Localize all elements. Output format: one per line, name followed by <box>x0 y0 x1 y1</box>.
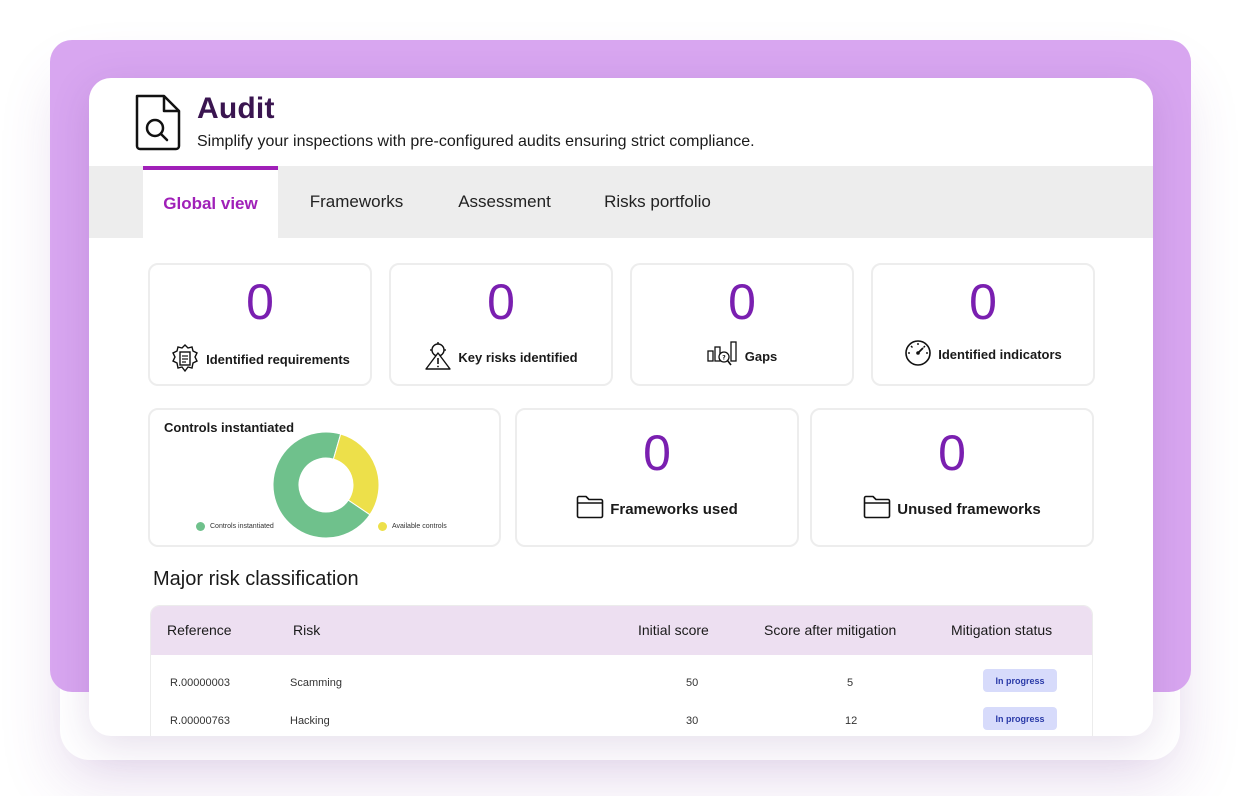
kpi-label-row: Unused frameworks <box>812 495 1092 523</box>
donut-chart <box>272 431 380 539</box>
kpi-label: Frameworks used <box>610 500 738 518</box>
kpi-label: Identified requirements <box>206 352 350 367</box>
column-header-mitigation-status[interactable]: Mitigation status <box>951 622 1052 638</box>
kpi-card-indicators: 0 Identified indicators <box>871 263 1095 386</box>
cell-reference: R.00000003 <box>170 677 230 689</box>
legend-swatch <box>378 522 387 531</box>
tab-global-view[interactable]: Global view <box>143 166 278 238</box>
column-header-risk[interactable]: Risk <box>293 622 320 638</box>
legend-item-controls-instantiated: Controls instantiated <box>196 522 274 531</box>
kpi-label: Unused frameworks <box>897 500 1041 518</box>
table-header: Reference Risk Initial score Score after… <box>151 606 1092 655</box>
kpi-label-row: Identified indicators <box>873 339 1093 370</box>
bar-search-icon: ? <box>707 341 739 372</box>
cell-risk: Scamming <box>290 677 342 689</box>
tab-assessment[interactable]: Assessment <box>441 166 568 238</box>
kpi-card-requirements: 0 Identified requirements <box>148 263 372 386</box>
kpi-value: 0 <box>643 425 671 481</box>
kpi-value: 0 <box>487 274 515 330</box>
risk-table: Reference Risk Initial score Score after… <box>150 605 1093 736</box>
kpi-card-key-risks: 0 Key risks identified <box>389 263 613 386</box>
folder-icon <box>576 495 604 523</box>
kpi-label: Gaps <box>744 349 778 364</box>
document-search-icon <box>134 93 182 151</box>
kpi-label-row: ? Gaps <box>632 341 852 372</box>
page-subtitle: Simplify your inspections with pre-confi… <box>197 133 755 150</box>
warning-gear-icon <box>424 341 452 374</box>
folder-icon <box>863 495 891 523</box>
kpi-label-row: Frameworks used <box>517 495 797 523</box>
kpi-value: 0 <box>728 274 756 330</box>
kpi-card-gaps: 0 ? Gaps <box>630 263 854 386</box>
section-title: Major risk classification <box>153 568 359 590</box>
kpi-label: Key risks identified <box>458 350 578 365</box>
status-badge: In progress <box>983 669 1057 692</box>
kpi-label: Identified indicators <box>938 347 1062 362</box>
kpi-value: 0 <box>969 274 997 330</box>
column-header-score-after-mitigation[interactable]: Score after mitigation <box>764 622 896 638</box>
tab-risks-portfolio[interactable]: Risks portfolio <box>589 166 726 238</box>
gauge-icon <box>904 339 932 370</box>
cell-initial-score: 50 <box>686 677 699 689</box>
svg-text:?: ? <box>722 355 726 362</box>
kpi-value: 0 <box>246 274 274 330</box>
donut-slice-available-controls <box>332 433 380 516</box>
cell-initial-score: 30 <box>686 715 699 727</box>
table-row[interactable]: R.00000003 Scamming 50 5 In progress <box>151 665 1092 703</box>
page-title: Audit <box>197 92 275 125</box>
cell-risk: Hacking <box>290 715 330 727</box>
tab-bar: Global view Frameworks Assessment Risks … <box>89 166 1153 238</box>
tab-frameworks[interactable]: Frameworks <box>294 166 419 238</box>
cell-score-after: 5 <box>847 677 854 689</box>
legend-label: Controls instantiated <box>210 523 274 530</box>
cell-score-after: 12 <box>845 715 858 727</box>
table-row[interactable]: R.00000763 Hacking 30 12 In progress <box>151 703 1092 736</box>
legend-item-available-controls: Available controls <box>378 522 447 531</box>
column-header-initial-score[interactable]: Initial score <box>638 622 709 638</box>
status-badge: In progress <box>983 707 1057 730</box>
audit-window: Audit Simplify your inspections with pre… <box>89 78 1153 736</box>
requirements-gear-icon <box>170 343 200 376</box>
cell-reference: R.00000763 <box>170 715 230 727</box>
column-header-reference[interactable]: Reference <box>167 622 232 638</box>
kpi-label-row: Key risks identified <box>391 341 611 374</box>
legend-swatch <box>196 522 205 531</box>
kpi-value: 0 <box>938 425 966 481</box>
kpi-label-row: Identified requirements <box>150 343 370 376</box>
controls-chart-card: Controls instantiated Controls instantia… <box>148 408 501 547</box>
page-header: Audit Simplify your inspections with pre… <box>89 78 1153 166</box>
legend-label: Available controls <box>392 523 447 530</box>
unused-frameworks-card: 0 Unused frameworks <box>810 408 1094 547</box>
frameworks-used-card: 0 Frameworks used <box>515 408 799 547</box>
